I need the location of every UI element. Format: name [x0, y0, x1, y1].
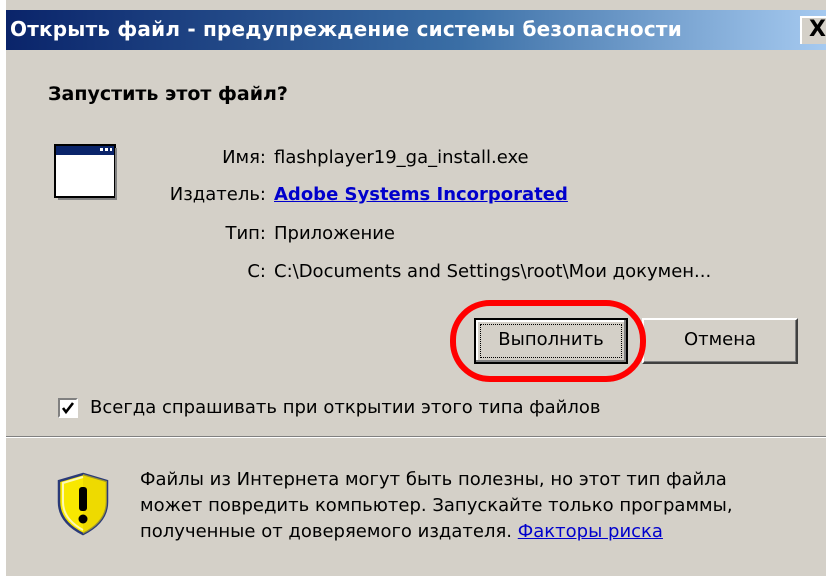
security-shield-warning-icon: [57, 472, 109, 536]
window-title: Открыть файл - предупреждение системы бе…: [10, 17, 682, 41]
warning-line-3: полученные от доверяемого издателя. Факт…: [140, 519, 800, 545]
application-window-icon: [54, 144, 117, 200]
check-icon: [61, 402, 75, 415]
file-path-value: C:\Documents and Settings\root\Мои докум…: [274, 261, 712, 282]
type-label: Тип:: [225, 223, 266, 244]
risk-factors-link[interactable]: Факторы риска: [518, 521, 663, 542]
file-name-value: flashplayer19_ga_install.exe: [274, 147, 529, 168]
always-ask-checkbox[interactable]: [58, 398, 78, 418]
warning-line-3-text: полученные от доверяемого издателя.: [140, 521, 513, 542]
highlight-annotation-oval: [450, 300, 646, 382]
file-type-value: Приложение: [274, 223, 396, 244]
publisher-link[interactable]: Adobe Systems Incorporated: [274, 184, 568, 205]
warning-line-2: может повредить компьютер. Запускайте то…: [140, 495, 733, 516]
run-question-heading: Запустить этот файл?: [48, 83, 288, 105]
always-ask-label[interactable]: Всегда спрашивать при открытии этого тип…: [90, 397, 600, 418]
warning-line-1: Файлы из Интернета могут быть полезны, н…: [140, 469, 727, 490]
title-bar[interactable]: Открыть файл - предупреждение системы бе…: [6, 10, 826, 50]
separator: [6, 436, 826, 438]
publisher-label: Издатель:: [169, 184, 266, 205]
from-label: С:: [247, 261, 266, 282]
close-icon: X: [809, 17, 826, 42]
name-label: Имя:: [222, 147, 266, 168]
security-warning-dialog: Открыть файл - предупреждение системы бе…: [4, 0, 826, 576]
cancel-button[interactable]: Отмена: [642, 318, 798, 364]
security-warning-message: Файлы из Интернета могут быть полезны, н…: [140, 467, 800, 545]
close-button[interactable]: X: [800, 16, 826, 44]
